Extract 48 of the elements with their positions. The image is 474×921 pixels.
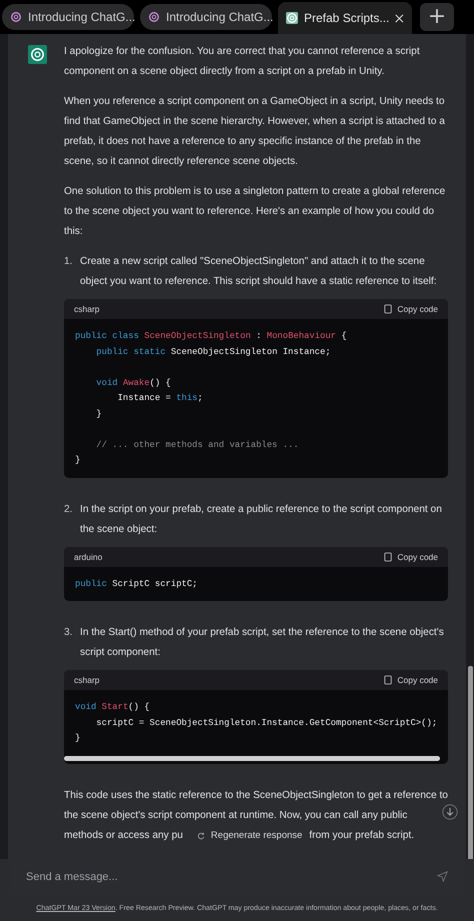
browser-tab[interactable]: Introducing ChatG... — [2, 4, 134, 30]
list-item-text: In the script on your prefab, create a public reference to the script component on the scene object: — [80, 502, 443, 536]
code-line: void Start() { — [75, 701, 150, 714]
list-number: 3. — [64, 626, 74, 640]
code-line: } — [75, 732, 80, 745]
refresh-icon — [196, 832, 205, 840]
code-line: Instance = this; — [116, 392, 203, 405]
tab-title: Introducing ChatG... — [28, 10, 136, 24]
code-line: } — [75, 454, 80, 467]
copy-code-button[interactable]: Copy code — [384, 552, 438, 562]
response-text: methods or access any pu — [64, 828, 183, 842]
list-number: 1. — [64, 255, 74, 269]
code-language: csharp — [74, 303, 100, 316]
code-line: public static SceneObjectSingleton Instance; — [95, 346, 331, 358]
new-tab-button[interactable]: + — [420, 3, 454, 31]
horizontal-scrollbar[interactable] — [64, 756, 440, 760]
close-icon[interactable] — [395, 12, 404, 24]
code-line: void Awake() { — [95, 376, 171, 390]
code-line: public class SceneObjectSingleton : MonoBehaviour { — [75, 330, 347, 343]
code-line: } — [95, 408, 102, 420]
tab-title: Prefab Scripts... — [304, 11, 390, 25]
clipboard-icon — [384, 675, 392, 685]
response-paragraph: One solution to this problem is to use a singleton pattern to create a global reference to the scene object you want to reference. Here's an example of how you could do this: — [64, 185, 446, 239]
list-item-text: Create a new script called "SceneObjectSingleton" and attach it to the scene object you want to reference. This script should have a static reference to itself: — [80, 255, 438, 289]
code-language: arduino — [74, 550, 102, 564]
scroll-down-icon[interactable] — [442, 804, 458, 820]
tab-title: Introducing ChatG... — [166, 10, 274, 24]
code-language: csharp — [74, 674, 100, 687]
code-line: // ... other methods and variables ... — [95, 438, 299, 452]
code-line: public ScriptC scriptC; — [75, 578, 198, 590]
browser-tab[interactable]: Prefab Scripts... — [278, 2, 412, 34]
list-number: 2. — [64, 502, 74, 516]
copy-code-button[interactable]: Copy code — [384, 675, 438, 685]
browser-tab[interactable]: Introducing ChatG... — [140, 4, 272, 30]
response-paragraph: from your prefab script. — [309, 828, 414, 842]
response-paragraph: When you reference a script component on a GameObject in a script, Unity needs to find that GameObject in the scene hierarchy. However, when a script is attached to a prefab, it does not have a reference to any specific instance of the prefab in the scene, so it cannot directly reference scene objects. — [64, 95, 446, 169]
scrollbar-thumb[interactable] — [468, 666, 473, 859]
clipboard-icon — [384, 304, 392, 314]
response-paragraph: I apologize for the confusion. You are correct that you cannot reference a script component on a scene object directly from a script on a prefab in Unity. — [64, 45, 421, 79]
chatgpt-logo-icon — [10, 11, 22, 23]
send-icon[interactable] — [437, 871, 448, 882]
copy-code-button[interactable]: Copy code — [384, 304, 438, 314]
clipboard-icon — [384, 552, 392, 562]
list-item-text: In the Start() method of your prefab script, set the reference to the scene object's script component: — [80, 626, 445, 660]
chatgpt-logo-icon — [148, 11, 160, 23]
chatgpt-logo-icon — [286, 12, 298, 24]
code-line: scriptC = SceneObjectSingleton.Instance.GetComponent<ScriptC>(); — [95, 716, 438, 730]
chatgpt-logo-icon — [28, 45, 47, 64]
